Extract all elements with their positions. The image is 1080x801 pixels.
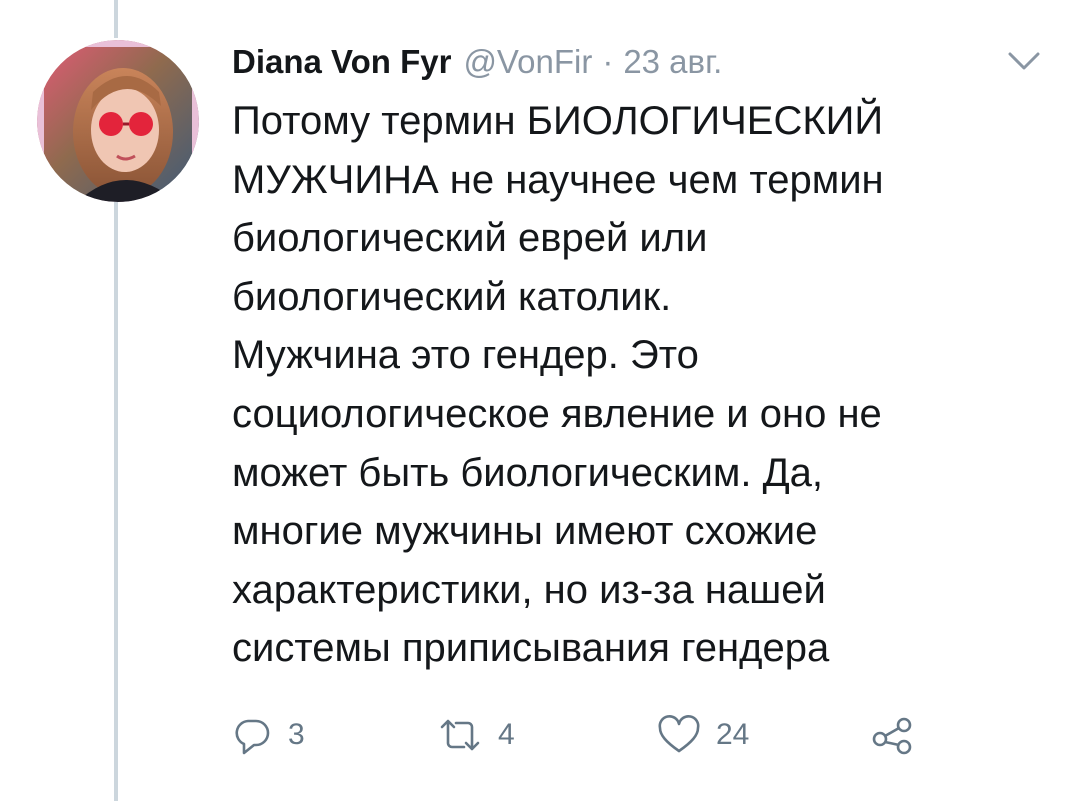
thread-line-bottom — [114, 198, 118, 801]
share-button[interactable] — [870, 710, 916, 760]
tweet-text-line: МУЖЧИНА не научнее чем термин — [232, 157, 884, 202]
tweet-date[interactable]: 23 авг. — [623, 43, 722, 81]
thread-line-top — [114, 0, 118, 38]
avatar[interactable] — [37, 40, 199, 202]
tweet-text-line: Мужчина это гендер. Это — [232, 333, 699, 378]
tweet-text-line: Потому термин БИОЛОГИЧЕСКИЙ — [232, 99, 884, 143]
share-icon — [870, 713, 916, 757]
tweet-header: Diana Von Fyr @VonFir · 23 авг. — [232, 40, 722, 84]
tweet-text-line: многие мужчины имеют схожие — [232, 509, 818, 554]
tweet-text-line: социологическое явление и оно не — [232, 391, 882, 436]
chevron-down-icon[interactable] — [1004, 46, 1044, 76]
tweet-text-line: биологический еврей или — [232, 216, 708, 261]
tweet-text: Потому термин БИОЛОГИЧЕСКИЙ МУЖЧИНА не н… — [232, 92, 1022, 678]
like-count: 24 — [716, 718, 750, 751]
tweet-text-line: биологический католик. — [232, 274, 672, 319]
header-separator: · — [602, 43, 614, 80]
retweet-icon — [436, 713, 484, 757]
like-button[interactable]: 24 — [656, 710, 749, 760]
retweet-count: 4 — [498, 718, 515, 751]
tweet-actions: 3 4 24 — [230, 710, 930, 760]
reply-button[interactable]: 3 — [230, 710, 305, 760]
retweet-button[interactable]: 4 — [436, 710, 515, 760]
reply-count: 3 — [288, 718, 305, 751]
tweet-text-line: может быть биологическим. Да, — [232, 450, 824, 495]
reply-icon — [230, 713, 274, 757]
tweet-text-line: системы приписывания гендера — [232, 626, 830, 671]
author-handle[interactable]: @VonFir — [463, 43, 592, 81]
heart-icon — [656, 713, 702, 757]
tweet-text-line: характеристики, но из-за нашей — [232, 567, 826, 612]
author-name[interactable]: Diana Von Fyr — [232, 43, 451, 81]
